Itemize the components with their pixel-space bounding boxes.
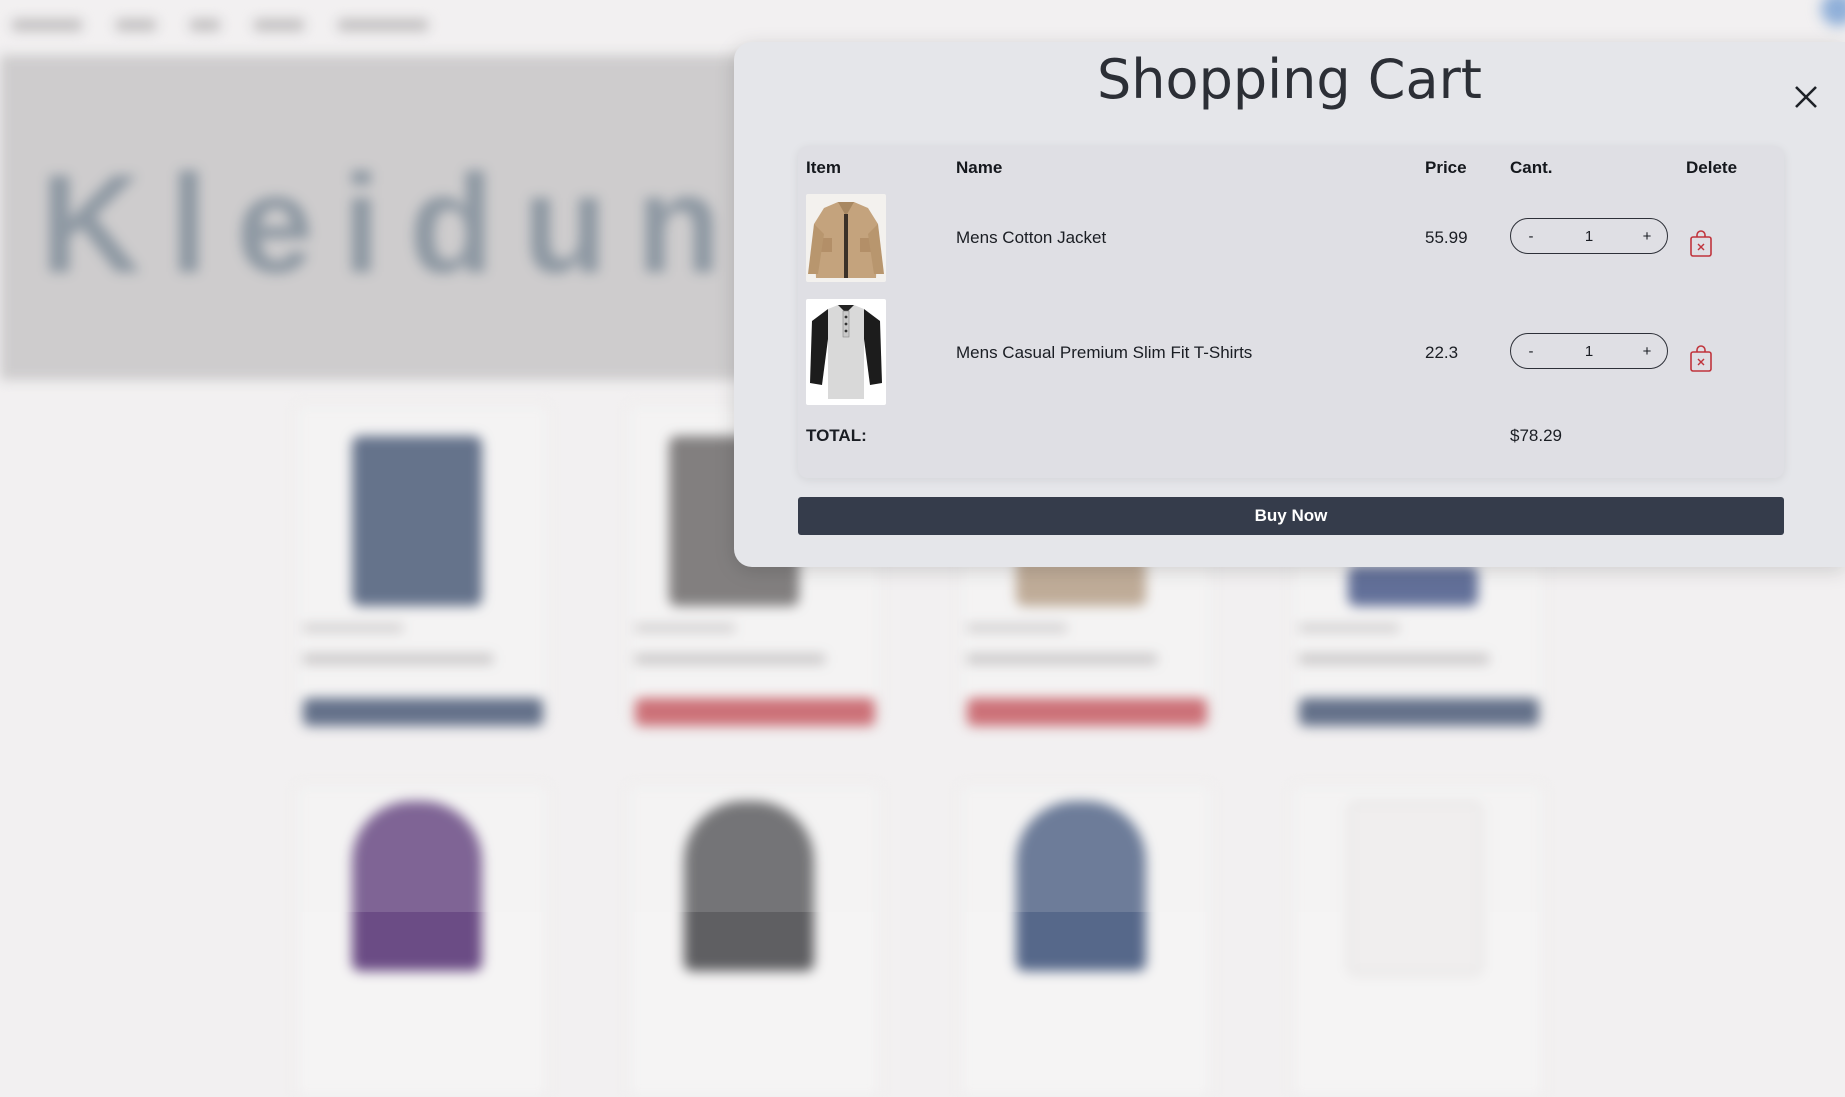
cart-item-price: 22.3	[1425, 343, 1459, 362]
tshirt-image	[806, 299, 886, 405]
column-header-delete: Delete	[1686, 158, 1738, 177]
column-header-price: Price	[1425, 158, 1467, 177]
delete-bag-icon	[1690, 345, 1712, 372]
quantity-value: 1	[1584, 342, 1594, 360]
quantity-value: 1	[1584, 227, 1594, 245]
close-button[interactable]	[1789, 80, 1823, 114]
jacket-image	[806, 194, 886, 282]
total-label: TOTAL:	[806, 426, 867, 445]
buy-now-button[interactable]: Buy Now	[798, 497, 1784, 535]
shopping-cart-modal: Shopping Cart Item Name Price Cant. Dele…	[734, 42, 1845, 567]
modal-title: Shopping Cart	[1097, 48, 1482, 111]
delete-item-button[interactable]	[1688, 345, 1714, 373]
quantity-stepper: - 1 +	[1510, 218, 1668, 254]
column-header-qty: Cant.	[1510, 158, 1553, 177]
decrease-button[interactable]: -	[1523, 343, 1539, 360]
column-header-name: Name	[956, 158, 1003, 177]
close-icon	[1795, 86, 1817, 108]
delete-item-button[interactable]	[1688, 230, 1714, 258]
quantity-stepper: - 1 +	[1510, 333, 1668, 369]
cart-item-name: Mens Cotton Jacket	[956, 228, 1107, 247]
cart-item-name: Mens Casual Premium Slim Fit T-Shirts	[956, 343, 1253, 362]
product-thumbnail	[806, 194, 886, 282]
product-thumbnail	[806, 299, 886, 405]
cart-item-price: 55.99	[1425, 228, 1468, 247]
cart-table: Item Name Price Cant. Delete Mens Cotton…	[798, 146, 1784, 478]
column-header-item: Item	[806, 158, 841, 177]
total-value: $78.29	[1510, 426, 1562, 445]
delete-bag-icon	[1690, 230, 1712, 257]
decrease-button[interactable]: -	[1523, 228, 1539, 245]
increase-button[interactable]: +	[1639, 343, 1655, 360]
increase-button[interactable]: +	[1639, 228, 1655, 245]
